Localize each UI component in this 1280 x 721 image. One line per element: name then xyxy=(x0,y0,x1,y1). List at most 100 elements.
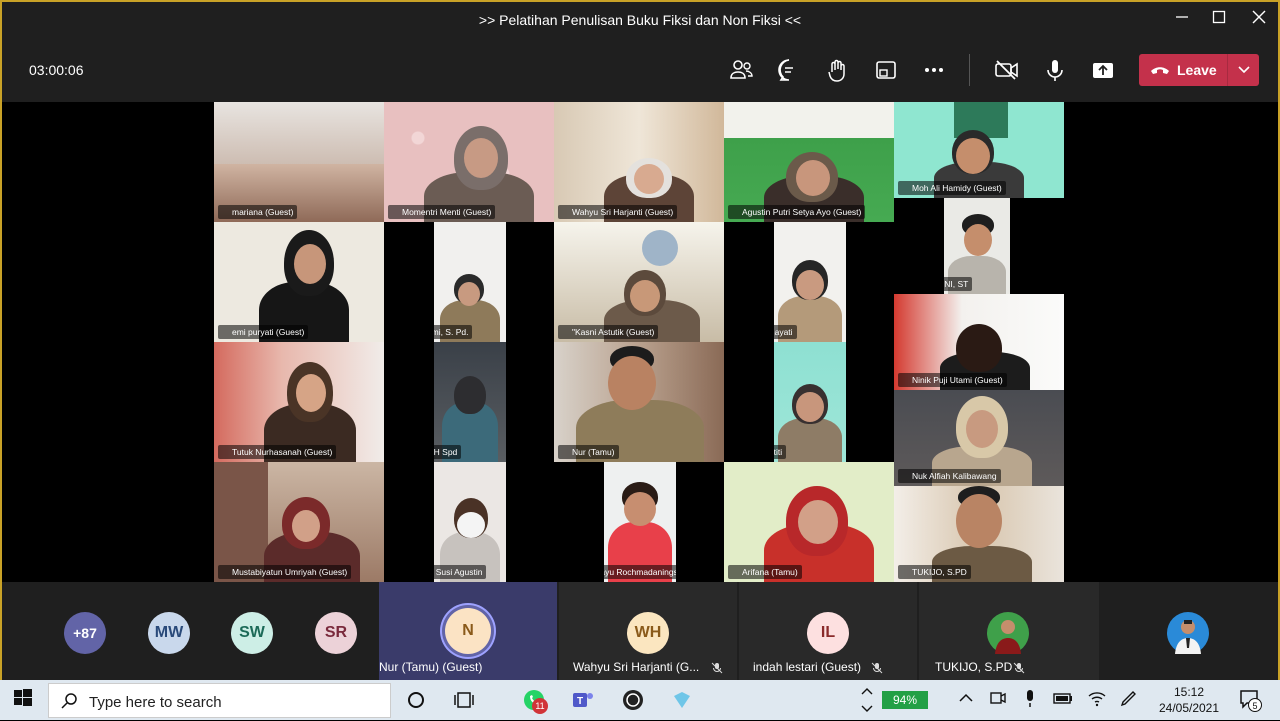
avatar: IL xyxy=(807,612,849,654)
minimize-button[interactable] xyxy=(1170,8,1194,32)
leave-divider xyxy=(1227,54,1228,86)
participant-name: mariana (Guest) xyxy=(218,205,298,219)
video-tile[interactable]: Arifana (Tamu) xyxy=(724,462,894,582)
title-bar: >> Pelatihan Penulisan Buku Fiksi dan No… xyxy=(2,2,1278,38)
video-tile[interactable]: Tutuk Nurhasanah (Guest) xyxy=(214,342,384,462)
app-icon[interactable] xyxy=(670,688,694,712)
meeting-timer: 03:00:06 xyxy=(29,62,84,78)
search-icon xyxy=(61,693,77,709)
roster-tile[interactable]: N Nur (Tamu) (Guest) xyxy=(379,582,557,680)
participant-name: Momentri Menti (Guest) xyxy=(388,205,496,219)
video-tile[interactable]: emi puryati (Guest) xyxy=(214,222,384,342)
windows-taskbar: Type here to search 11 T 94% 15:12 24/05… xyxy=(0,680,1280,720)
battery-icon[interactable] xyxy=(1052,688,1076,712)
microphone-tray-icon[interactable] xyxy=(1020,688,1044,712)
pen-icon[interactable] xyxy=(1118,688,1142,712)
participant-name: Tutuk Nurhasanah (Guest) xyxy=(218,445,337,459)
task-view-icon[interactable] xyxy=(452,688,476,712)
roster-name: indah lestari (Guest) xyxy=(753,660,862,674)
raise-hand-icon[interactable] xyxy=(824,56,852,84)
participant-name: Ninik Puji Utami (Guest) xyxy=(898,373,1007,387)
tray-scroll-icon[interactable] xyxy=(858,684,882,712)
camera-off-icon[interactable] xyxy=(993,56,1021,84)
video-tile[interactable]: TUKIJO, S.PD xyxy=(894,486,1064,582)
participant-name: WAHRONI, ST xyxy=(944,277,973,291)
teams-icon[interactable]: T xyxy=(571,688,595,712)
roster-tile[interactable]: IL indah lestari (Guest) xyxy=(739,582,917,680)
participant-name: Tri Fena Susi Agustin xyxy=(434,565,487,579)
video-tile[interactable]: Tri Fena Susi Agustin xyxy=(434,462,506,582)
video-tile[interactable]: Mustabiyatun Umriyah (Guest) xyxy=(214,462,384,582)
participant-name: Wahyu Sri Harjanti (Guest) xyxy=(558,205,678,219)
share-icon[interactable] xyxy=(1089,56,1117,84)
video-tile[interactable]: Ninik Puji Utami (Guest) xyxy=(894,294,1064,390)
leave-button[interactable]: Leave xyxy=(1139,54,1259,86)
roster-tile[interactable]: WH Wahyu Sri Harjanti (G... xyxy=(559,582,737,680)
video-tile[interactable]: mariana (Guest) xyxy=(214,102,384,222)
avatar xyxy=(987,612,1029,654)
participant-name: Mustabiyatun Umriyah (Guest) xyxy=(218,565,352,579)
maximize-button[interactable] xyxy=(1207,8,1231,32)
roster-name: TUKIJO, S.PD xyxy=(935,660,1013,674)
system-clock[interactable]: 15:12 24/05/2021 xyxy=(1150,684,1228,716)
leave-label: Leave xyxy=(1177,62,1217,78)
more-participants-avatar[interactable]: +87 xyxy=(64,612,106,654)
mic-off-icon xyxy=(1013,662,1025,674)
mic-icon[interactable] xyxy=(1041,56,1069,84)
close-button[interactable] xyxy=(1247,8,1271,32)
video-tile[interactable]: Nuk Alfiah Kalibawang xyxy=(894,390,1064,486)
participant-name: Nuk Alfiah Kalibawang xyxy=(898,469,1001,483)
participant-roster: +87 MW SW SR N Nur (Tamu) (Guest) WH Wah… xyxy=(2,582,1278,680)
clock-time: 15:12 xyxy=(1173,685,1205,699)
share-tray-icon[interactable] xyxy=(872,56,900,84)
meet-now-icon[interactable] xyxy=(988,688,1012,712)
video-tile[interactable]: Sri Rahayu Rochmadaningsih xyxy=(604,462,676,582)
svg-text:T: T xyxy=(577,696,583,707)
video-tile[interactable]: KUSRIAH Spd xyxy=(434,342,506,462)
mic-off-icon xyxy=(711,662,723,674)
participant-name: Dwi Nastiti xyxy=(774,445,787,459)
roster-tile[interactable]: TUKIJO, S.PD xyxy=(919,582,1099,680)
avatar[interactable]: MW xyxy=(148,612,190,654)
video-tile[interactable]: "Kasni Astutik (Guest) xyxy=(554,222,724,342)
participant-name: Nur (Tamu) xyxy=(558,445,619,459)
video-tile[interactable]: Dwi Nastiti xyxy=(774,342,846,462)
participants-icon[interactable] xyxy=(727,56,755,84)
video-tile[interactable]: Moh Ali Hamidy (Guest) xyxy=(894,102,1064,198)
show-hidden-icons[interactable] xyxy=(956,688,980,712)
avatar[interactable] xyxy=(1167,612,1209,654)
video-tile[interactable]: Wahyu Sri Harjanti (Guest) xyxy=(554,102,724,222)
roster-name: Wahyu Sri Harjanti (G... xyxy=(573,660,700,674)
participant-name: emi puryati (Guest) xyxy=(218,325,309,339)
participant-name: Agustin Putri Setya Ayo (Guest) xyxy=(728,205,866,219)
toolbar-divider xyxy=(969,54,970,86)
wifi-icon[interactable] xyxy=(1086,688,1110,712)
video-tile[interactable]: WAHRONI, ST xyxy=(944,198,1010,294)
notifications-icon[interactable]: 5 xyxy=(1238,688,1262,712)
whatsapp-unread-badge: 11 xyxy=(532,698,548,714)
taskbar-search-box[interactable]: Type here to search xyxy=(48,683,391,718)
video-tile[interactable]: Agustin Putri Setya Ayo (Guest) xyxy=(724,102,894,222)
battery-indicator[interactable]: 94% xyxy=(882,691,928,709)
avatar[interactable]: SW xyxy=(231,612,273,654)
participant-name: "Kasni Astutik (Guest) xyxy=(558,325,659,339)
chat-icon[interactable] xyxy=(775,56,803,84)
windows-start-icon[interactable] xyxy=(13,688,37,712)
cortana-icon[interactable] xyxy=(404,688,428,712)
participant-name: TUKIJO, S.PD xyxy=(898,565,971,579)
avatar[interactable]: SR xyxy=(315,612,357,654)
video-tile[interactable]: Y. Sutarmi, S. Pd. xyxy=(434,222,506,342)
participant-name: Sri Rahayu Rochmadaningsih xyxy=(604,565,676,579)
avatar: N xyxy=(445,608,491,654)
avatar: WH xyxy=(627,612,669,654)
participant-name: Arifana (Tamu) xyxy=(728,565,802,579)
obs-icon[interactable] xyxy=(621,688,645,712)
participant-name: Y. Sutarmi, S. Pd. xyxy=(434,325,473,339)
whatsapp-icon[interactable]: 11 xyxy=(522,688,548,714)
video-tile[interactable]: Nur (Tamu) xyxy=(554,342,724,462)
video-tile[interactable]: Eis Nurhayati xyxy=(774,222,846,342)
more-icon[interactable] xyxy=(920,56,948,84)
chevron-down-icon[interactable] xyxy=(1235,60,1253,78)
video-tile[interactable]: Momentri Menti (Guest) xyxy=(384,102,554,222)
video-stage: mariana (Guest) emi puryati (Guest) Tutu… xyxy=(2,102,1278,582)
